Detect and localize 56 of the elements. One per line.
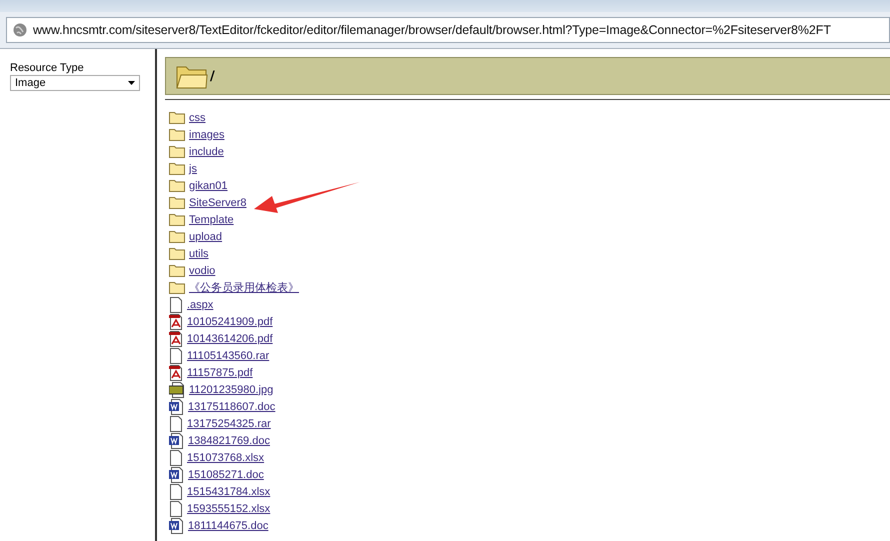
file-link[interactable]: include bbox=[189, 146, 224, 158]
word-file-icon bbox=[169, 398, 184, 414]
file-link[interactable]: 151073768.xlsx bbox=[187, 452, 264, 464]
folder-icon bbox=[169, 162, 185, 175]
file-link[interactable]: SiteServer8 bbox=[189, 196, 246, 208]
folder-icon bbox=[169, 179, 185, 192]
word-file-icon bbox=[169, 518, 184, 534]
caret-icon bbox=[128, 81, 135, 85]
word-file-icon bbox=[169, 466, 184, 482]
file-link[interactable]: 1384821769.doc bbox=[188, 434, 270, 446]
folder-icon bbox=[169, 196, 185, 209]
file-link[interactable]: 《公务员录用体检表》 bbox=[189, 280, 299, 295]
pdf-file-icon bbox=[169, 314, 183, 330]
globe-icon bbox=[13, 23, 27, 37]
file-link[interactable]: 11157875.pdf bbox=[187, 366, 253, 378]
file-link[interactable]: images bbox=[189, 128, 224, 140]
file-icon bbox=[169, 296, 183, 312]
file-link[interactable]: vodio bbox=[189, 264, 216, 276]
file-icon bbox=[169, 484, 183, 500]
file-link[interactable]: 11201235980.jpg bbox=[189, 384, 274, 396]
resource-type-label: Resource Type bbox=[10, 62, 85, 74]
folder-icon bbox=[169, 264, 185, 277]
file-icon bbox=[169, 348, 183, 364]
resource-type-select[interactable]: Image bbox=[10, 75, 140, 91]
file-link[interactable]: 11105143560.rar bbox=[187, 350, 270, 362]
image-file-icon bbox=[169, 382, 185, 398]
file-link[interactable]: gikan01 bbox=[189, 180, 228, 192]
pdf-file-icon bbox=[169, 364, 183, 380]
file-icon bbox=[169, 416, 183, 432]
folder-icon bbox=[169, 230, 185, 243]
pdf-file-icon bbox=[169, 330, 183, 346]
file-link[interactable]: css bbox=[189, 112, 206, 124]
file-link[interactable]: upload bbox=[189, 230, 222, 242]
file-link[interactable]: 1811144675.doc bbox=[188, 520, 268, 532]
file-link[interactable]: 10143614206.pdf bbox=[187, 332, 273, 344]
folder-icon bbox=[169, 128, 185, 141]
file-link[interactable]: 1593555152.xlsx bbox=[187, 502, 270, 514]
word-file-icon bbox=[169, 432, 184, 448]
file-link[interactable]: .aspx bbox=[187, 298, 214, 310]
folder-path: / bbox=[210, 68, 215, 84]
folder-icon bbox=[169, 213, 185, 226]
folder-icon bbox=[169, 281, 185, 294]
file-link[interactable]: 13175118607.doc bbox=[188, 400, 276, 412]
file-link[interactable]: Template bbox=[189, 214, 234, 226]
folder-icon bbox=[169, 247, 185, 260]
address-bar[interactable]: www.hncsmtr.com/siteserver8/TextEditor/fckeditor/editor/filemanager/browser/default/browser.html?Type=Image&Connector=%2Fsiteserver8%2FT bbox=[6, 17, 890, 43]
folder-icon bbox=[169, 145, 185, 158]
file-link[interactable]: js bbox=[189, 162, 197, 174]
file-link[interactable]: 151085271.doc bbox=[188, 468, 264, 480]
file-link[interactable]: 13175254325.rar bbox=[187, 418, 271, 430]
file-icon bbox=[169, 500, 183, 516]
file-icon bbox=[169, 450, 183, 466]
file-link[interactable]: 1515431784.xlsx bbox=[187, 486, 270, 498]
folder-icon bbox=[169, 111, 185, 124]
file-link[interactable]: 10105241909.pdf bbox=[187, 316, 273, 328]
file-link[interactable]: utils bbox=[189, 248, 209, 260]
